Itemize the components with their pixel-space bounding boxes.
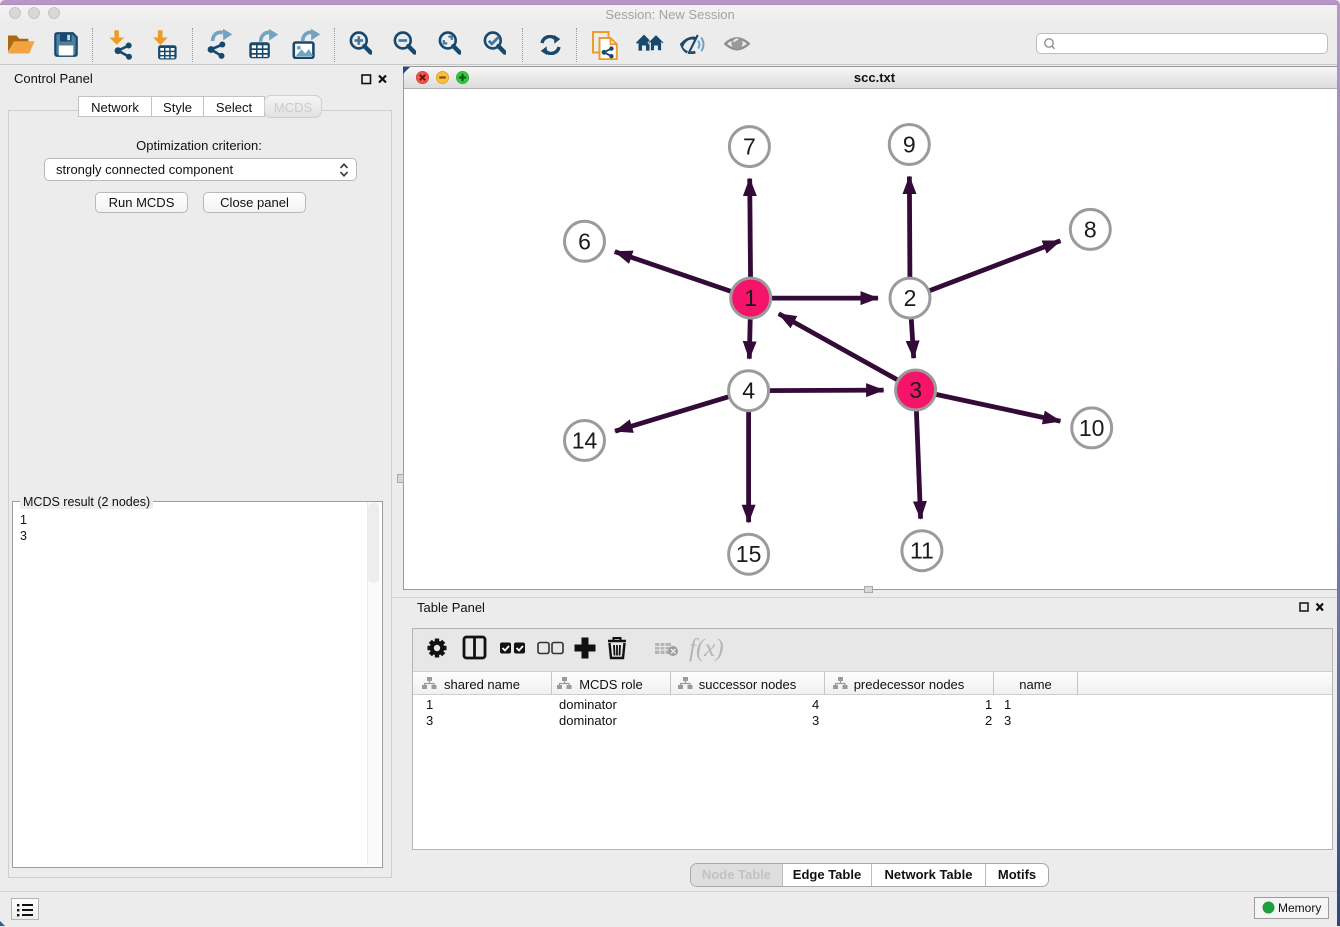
svg-text:14: 14: [572, 428, 598, 454]
svg-text:1: 1: [744, 285, 757, 311]
svg-text:7: 7: [743, 134, 756, 160]
svg-text:15: 15: [736, 541, 762, 567]
svg-text:3: 3: [909, 377, 922, 403]
svg-text:8: 8: [1084, 216, 1097, 242]
svg-text:2: 2: [904, 285, 917, 311]
svg-text:10: 10: [1079, 415, 1105, 441]
svg-text:9: 9: [903, 132, 916, 158]
svg-text:6: 6: [578, 228, 591, 254]
svg-text:f(x): f(x): [689, 635, 724, 662]
svg-text:4: 4: [742, 378, 755, 404]
svg-text:11: 11: [910, 538, 934, 564]
